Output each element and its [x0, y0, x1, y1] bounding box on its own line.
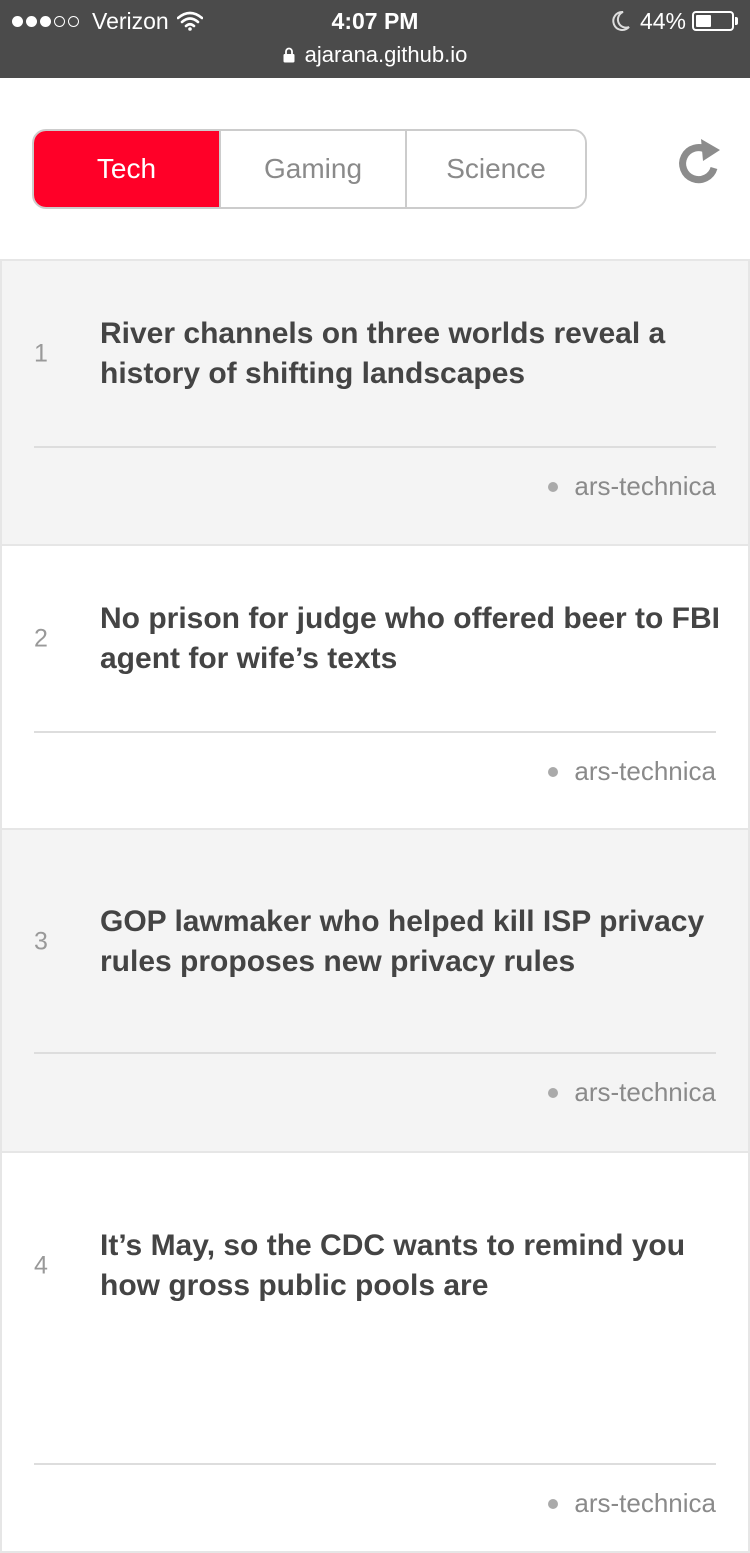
refresh-button[interactable] [674, 136, 724, 188]
article-source[interactable]: ars-technica [548, 1077, 716, 1108]
list-item: 2 No prison for judge who offered beer t… [0, 546, 750, 830]
status-right: 44% [610, 6, 738, 36]
tab-gaming[interactable]: Gaming [219, 131, 405, 207]
article-rank: 1 [34, 339, 48, 368]
url-domain: ajarana.github.io [304, 42, 468, 67]
divider [34, 446, 716, 448]
status-bar: Verizon 4:07 PM 44% ajarana.github.io [0, 0, 750, 78]
card-main: 4 It’s May, so the CDC wants to remind y… [2, 1153, 748, 1379]
article-headline-link[interactable]: GOP lawmaker who helped kill ISP privacy… [100, 902, 720, 982]
source-label: ars-technica [574, 1488, 716, 1518]
moon-icon [612, 10, 630, 31]
battery-body [692, 11, 734, 31]
battery-icon [692, 11, 738, 31]
article-rank: 3 [34, 927, 48, 955]
source-dot-icon [548, 1498, 559, 1509]
battery-percentage: 44% [639, 7, 686, 34]
article-source[interactable]: ars-technica [548, 756, 716, 787]
battery-fill [696, 15, 711, 27]
divider [34, 1463, 716, 1465]
source-dot-icon [548, 766, 559, 777]
source-label: ars-technica [574, 756, 716, 786]
header: Tech Gaming Science [0, 78, 750, 259]
article-headline-link[interactable]: River channels on three worlds reveal a … [100, 314, 720, 394]
battery-tip [735, 17, 738, 25]
divider [34, 731, 716, 733]
source-dot-icon [548, 481, 559, 492]
card-main: 2 No prison for judge who offered beer t… [2, 546, 748, 732]
article-headline-link[interactable]: It’s May, so the CDC wants to remind you… [100, 1226, 720, 1306]
article-source[interactable]: ars-technica [548, 471, 716, 502]
url-bar[interactable]: ajarana.github.io [0, 40, 750, 70]
article-source[interactable]: ars-technica [548, 1488, 716, 1519]
list-item: 4 It’s May, so the CDC wants to remind y… [0, 1153, 750, 1553]
source-label: ars-technica [574, 471, 716, 501]
source-label: ars-technica [574, 1077, 716, 1107]
article-rank: 2 [34, 624, 48, 653]
article-rank: 4 [34, 1251, 48, 1280]
category-tabs: Tech Gaming Science [32, 129, 587, 209]
list-item: 3 GOP lawmaker who helped kill ISP priva… [0, 830, 750, 1153]
divider [34, 1052, 716, 1054]
tab-tech[interactable]: Tech [34, 131, 219, 207]
article-feed: 1 River channels on three worlds reveal … [0, 259, 750, 1553]
source-dot-icon [548, 1087, 559, 1098]
list-item: 1 River channels on three worlds reveal … [0, 261, 750, 546]
card-main: 1 River channels on three worlds reveal … [2, 261, 748, 447]
tab-science[interactable]: Science [405, 131, 585, 207]
refresh-icon [679, 139, 720, 184]
article-headline-link[interactable]: No prison for judge who offered beer to … [100, 599, 720, 679]
lock-icon [283, 47, 295, 63]
card-main: 3 GOP lawmaker who helped kill ISP priva… [2, 830, 748, 1053]
